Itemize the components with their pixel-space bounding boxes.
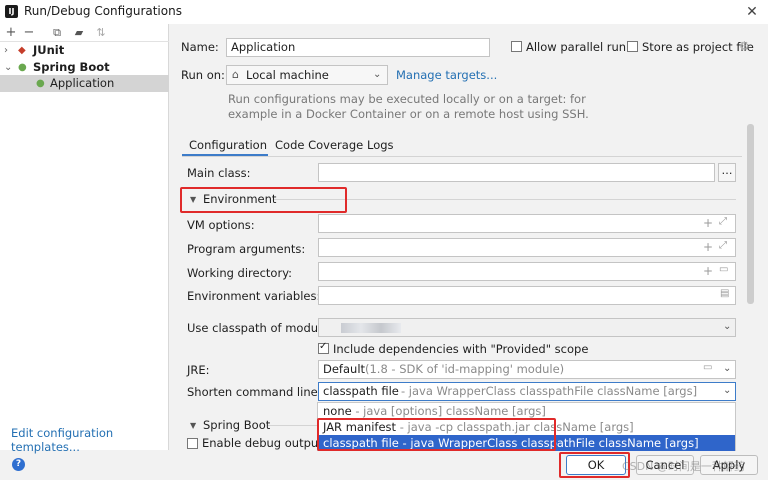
name-input[interactable]: Application — [226, 38, 490, 57]
remove-icon[interactable]: − — [22, 25, 36, 41]
vm-options-label: VM options: — [187, 218, 255, 232]
option-hint: - java [options] className [args] — [355, 404, 546, 418]
folder-icon[interactable]: ▰ — [72, 25, 86, 41]
working-dir-label: Working directory: — [187, 266, 293, 280]
tab-code-coverage[interactable]: Code Coverage — [275, 138, 363, 152]
chevron-down-icon: ⌄ — [723, 321, 732, 332]
browse-main-class-button[interactable]: … — [718, 163, 736, 182]
run-on-label: Run on: — [181, 68, 225, 82]
spring-boot-icon: ● — [18, 62, 27, 73]
run-on-value: Local machine — [246, 68, 329, 82]
tree-item-label: JUnit — [33, 43, 65, 57]
chevron-down-icon[interactable]: ▼ — [190, 421, 196, 430]
shorten-cmd-label: Shorten command line: — [187, 385, 322, 399]
run-on-description-2: example in a Docker Container or on a re… — [228, 107, 589, 121]
home-icon: ⌂ — [232, 68, 239, 81]
tree-toolbar: + − ⧉ ▰ ⇅ — [0, 24, 169, 42]
classpath-module-dropdown[interactable]: ⌄ — [318, 318, 736, 337]
name-value: Application — [231, 40, 296, 54]
env-vars-label: Environment variables: — [187, 289, 321, 303]
help-icon[interactable]: ? — [12, 458, 25, 471]
chevron-right-icon[interactable]: › — [4, 42, 8, 59]
intellij-app-icon: IJ — [5, 5, 18, 18]
chevron-down-icon: ⌄ — [373, 69, 382, 80]
copy-icon[interactable]: ⧉ — [50, 25, 64, 41]
main-class-label: Main class: — [187, 166, 251, 180]
edit-templates-link[interactable]: Edit configuration templates... — [11, 426, 168, 454]
env-vars-input[interactable]: ▤ — [318, 286, 736, 305]
shorten-value: classpath file — [323, 384, 399, 398]
program-args-input[interactable]: + ⤢ — [318, 238, 736, 257]
shorten-hint: - java WrapperClass classpathFile classN… — [401, 384, 698, 398]
tree-item-label: Application — [50, 76, 115, 90]
enable-debug-label: Enable debug output — [202, 436, 323, 450]
edit-list-icon[interactable]: ▤ — [720, 288, 729, 299]
main-class-input[interactable] — [318, 163, 715, 182]
tabs-divider — [182, 156, 742, 157]
classpath-module-label: Use classpath of module: — [187, 321, 333, 335]
scrollbar-thumb[interactable] — [747, 124, 754, 304]
vm-options-input[interactable]: + ⤢ — [318, 214, 736, 233]
include-deps-label: Include dependencies with "Provided" sco… — [333, 342, 589, 356]
jre-hint: (1.8 - SDK of 'id-mapping' module) — [365, 362, 565, 376]
manage-targets-link[interactable]: Manage targets... — [396, 68, 497, 82]
name-label: Name: — [181, 40, 219, 54]
option-label: none — [323, 404, 352, 418]
tree-item-spring-boot[interactable]: ⌄ ● Spring Boot — [0, 59, 169, 76]
close-icon[interactable]: ✕ — [742, 2, 762, 22]
maximize-icon[interactable]: ⤢ — [719, 240, 727, 251]
chevron-down-icon: ⌄ — [723, 385, 732, 396]
gear-icon[interactable]: ⚙ — [739, 39, 750, 53]
window-title: Run/Debug Configurations — [24, 4, 182, 18]
jre-value: Default — [323, 362, 366, 376]
shorten-cmd-dropdown[interactable]: classpath file - java WrapperClass class… — [318, 382, 736, 401]
highlight-options — [317, 418, 556, 451]
junit-icon: ◆ — [18, 45, 26, 56]
allow-parallel-checkbox[interactable] — [511, 41, 522, 52]
enable-debug-checkbox[interactable] — [187, 438, 198, 449]
highlight-ok — [559, 452, 630, 478]
option-none[interactable]: none - java [options] className [args] — [318, 403, 735, 419]
spring-boot-section-label[interactable]: Spring Boot — [203, 418, 270, 432]
tree-item-application[interactable]: ● Application — [0, 75, 169, 92]
blurred-module-name — [341, 323, 401, 333]
folder-icon[interactable]: ▭ — [719, 264, 728, 275]
tab-configuration[interactable]: Configuration — [189, 138, 267, 152]
config-tree-pane: + − ⧉ ▰ ⇅ › ◆ JUnit ⌄ ● Spring Boot ● Ap… — [0, 24, 169, 454]
add-icon[interactable]: + — [4, 25, 18, 41]
chevron-down-icon: ⌄ — [723, 363, 732, 374]
watermark: CSDN @时间是一种解药 — [622, 460, 745, 473]
app-config-icon: ● — [36, 78, 45, 89]
expand-plus-icon[interactable]: + — [703, 240, 713, 254]
jre-label: JRE: — [187, 363, 210, 377]
working-dir-input[interactable]: + ▭ — [318, 262, 736, 281]
include-deps-checkbox[interactable] — [318, 341, 329, 354]
run-on-description-1: Run configurations may be executed local… — [228, 92, 586, 106]
folder-icon[interactable]: ▭ — [703, 362, 712, 373]
maximize-icon[interactable]: ⤢ — [719, 216, 727, 227]
tab-logs[interactable]: Logs — [367, 138, 394, 152]
program-args-label: Program arguments: — [187, 242, 306, 256]
highlight-environment — [180, 187, 347, 213]
section-divider — [268, 425, 318, 426]
store-project-checkbox[interactable] — [627, 41, 638, 52]
chevron-down-icon[interactable]: ⌄ — [4, 59, 12, 76]
title-bar: IJ Run/Debug Configurations ✕ — [0, 0, 768, 24]
sort-icon[interactable]: ⇅ — [94, 25, 108, 41]
expand-plus-icon[interactable]: + — [703, 264, 713, 278]
expand-plus-icon[interactable]: + — [703, 216, 713, 230]
run-on-dropdown[interactable]: ⌂ Local machine ⌄ — [226, 65, 388, 85]
tree-item-junit[interactable]: › ◆ JUnit — [0, 42, 169, 59]
store-project-label: Store as project file — [642, 40, 754, 54]
tree-item-label: Spring Boot — [33, 60, 110, 74]
allow-parallel-label: Allow parallel run — [526, 40, 627, 54]
jre-dropdown[interactable]: Default (1.8 - SDK of 'id-mapping' modul… — [318, 360, 736, 379]
